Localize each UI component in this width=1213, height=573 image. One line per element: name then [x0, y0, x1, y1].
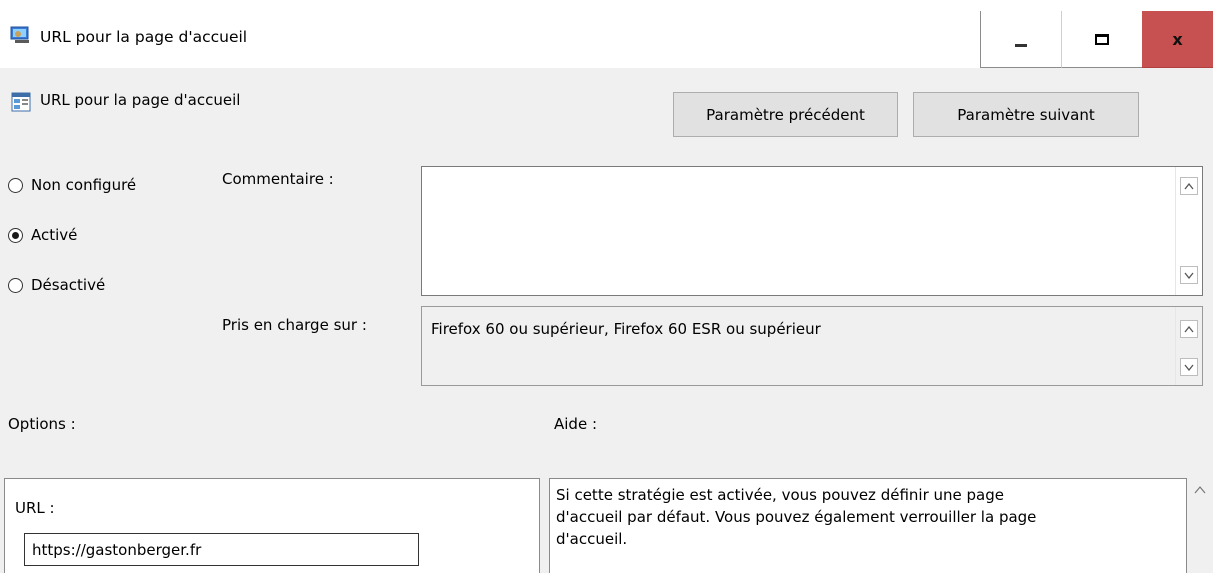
radio-label: Activé: [31, 226, 78, 244]
scroll-up-arrow-icon[interactable]: [1180, 320, 1198, 338]
radio-circle[interactable]: [8, 277, 23, 293]
supported-on-box: Firefox 60 ou supérieur, Firefox 60 ESR …: [421, 306, 1203, 386]
radio-selected-dot: [12, 231, 19, 239]
help-text-line: Si cette stratégie est activée, vous pou…: [556, 486, 1004, 504]
help-scrollbar[interactable]: [1188, 480, 1213, 573]
previous-setting-button[interactable]: Paramètre précédent: [673, 92, 898, 137]
help-text-line: d'accueil par défaut. Vous pouvez égalem…: [556, 508, 1037, 526]
supported-on-value: Firefox 60 ou supérieur, Firefox 60 ESR …: [431, 320, 821, 338]
url-label: URL :: [15, 499, 55, 517]
close-button[interactable]: x: [1142, 11, 1213, 68]
policy-name: URL pour la page d'accueil: [40, 91, 241, 109]
supported-scrollbar[interactable]: [1175, 307, 1202, 385]
minimize-button[interactable]: [980, 11, 1061, 68]
radio-label: Désactivé: [31, 276, 106, 294]
radio-circle[interactable]: [8, 177, 23, 193]
radio-disabled[interactable]: Désactivé: [8, 276, 105, 294]
radio-not-configured[interactable]: Non configuré: [8, 176, 136, 194]
window-title: URL pour la page d'accueil: [40, 28, 248, 46]
url-input[interactable]: [24, 533, 419, 566]
scroll-down-arrow-icon[interactable]: [1180, 266, 1198, 284]
comment-scrollbar[interactable]: [1175, 167, 1202, 295]
policy-setting-icon: [11, 92, 31, 112]
supported-on-label: Pris en charge sur :: [222, 316, 367, 334]
help-text-line: d'accueil.: [556, 530, 628, 548]
next-setting-button[interactable]: Paramètre suivant: [913, 92, 1139, 137]
radio-enabled[interactable]: Activé: [8, 226, 77, 244]
options-panel: URL :: [4, 478, 540, 573]
scroll-up-arrow-icon[interactable]: [1194, 486, 1206, 494]
maximize-icon: [1095, 33, 1109, 45]
radio-circle[interactable]: [8, 227, 23, 243]
maximize-button[interactable]: [1061, 11, 1142, 68]
title-bar[interactable]: URL pour la page d'accueil x: [0, 0, 1213, 68]
options-heading: Options :: [8, 415, 76, 433]
comment-textarea[interactable]: [421, 166, 1203, 296]
group-policy-editor-icon: [10, 26, 32, 44]
close-icon: x: [1172, 29, 1183, 49]
scroll-down-arrow-icon[interactable]: [1180, 358, 1198, 376]
help-text-panel: Si cette stratégie est activée, vous pou…: [549, 478, 1187, 573]
minimize-icon: [1015, 43, 1027, 47]
radio-label: Non configuré: [31, 176, 137, 194]
comment-label: Commentaire :: [222, 170, 334, 188]
help-heading: Aide :: [554, 415, 598, 433]
scroll-up-arrow-icon[interactable]: [1180, 177, 1198, 195]
